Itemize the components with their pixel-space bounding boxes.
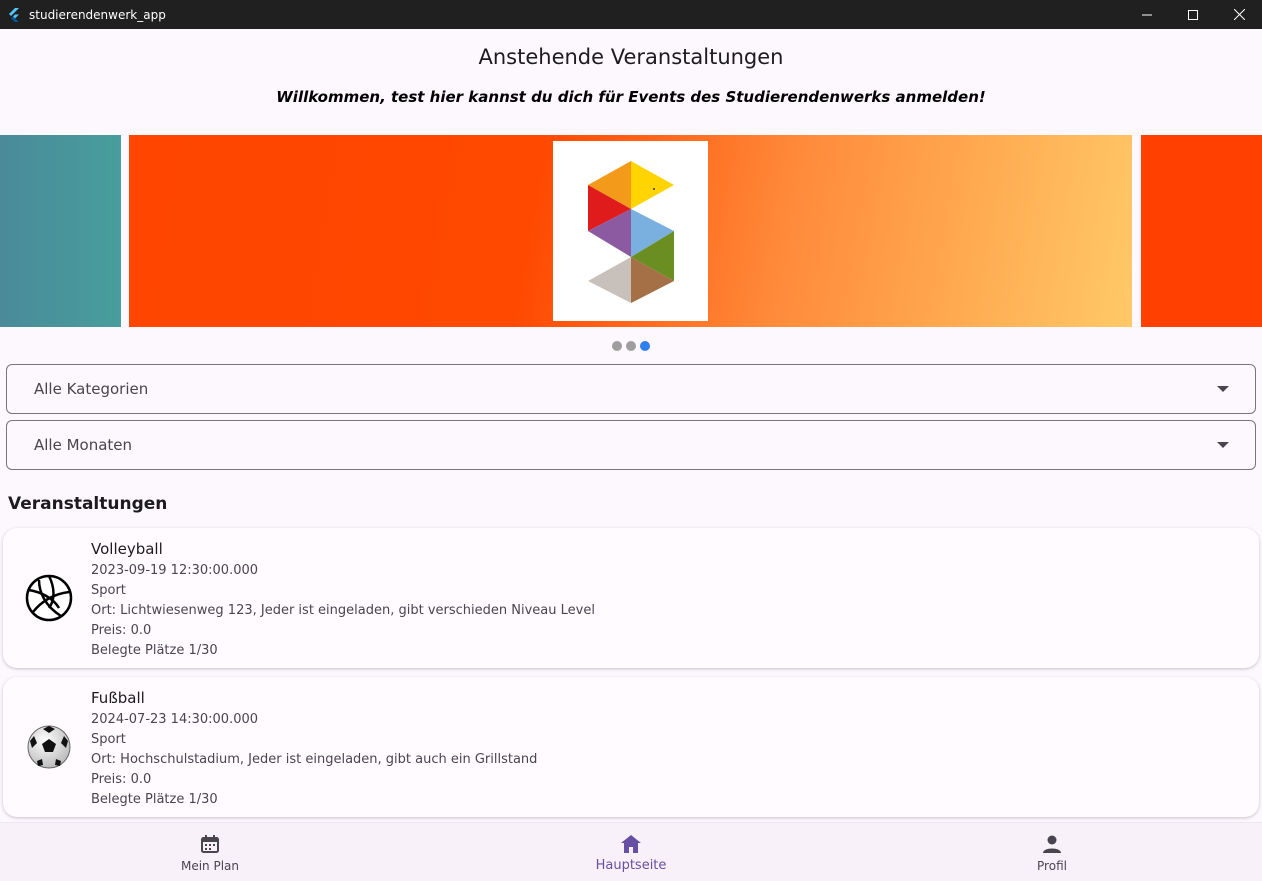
- category-dropdown[interactable]: Alle Kategorien: [6, 364, 1256, 414]
- event-price: Preis: 0.0: [91, 772, 152, 787]
- carousel-slide-previous[interactable]: [0, 135, 121, 327]
- event-name: Fußball: [91, 689, 145, 707]
- bottom-navigation: Mein Plan Hauptseite Profil: [0, 822, 1262, 881]
- carousel-dot[interactable]: [612, 341, 622, 351]
- event-datetime: 2023-09-19 12:30:00.000: [91, 563, 259, 578]
- window-controls: [1124, 0, 1262, 29]
- event-card-fussball[interactable]: Fußball 2024-07-23 14:30:00.000 Sport Or…: [3, 677, 1259, 817]
- carousel-slide-next[interactable]: [1141, 135, 1262, 327]
- carousel-slide-current[interactable]: [129, 135, 1132, 327]
- home-icon: [620, 833, 642, 855]
- event-card-volleyball[interactable]: Volleyball 2023-09-19 12:30:00.000 Sport…: [3, 528, 1259, 668]
- month-dropdown-value: Alle Monaten: [34, 436, 133, 454]
- dropdown-arrow-icon: [1217, 386, 1229, 392]
- maximize-icon[interactable]: [1170, 0, 1216, 29]
- nav-item-mein-plan[interactable]: Mein Plan: [110, 823, 310, 881]
- event-seats: Belegte Plätze 1/30: [91, 643, 218, 658]
- carousel-dot[interactable]: [626, 341, 636, 351]
- month-dropdown[interactable]: Alle Monaten: [6, 420, 1256, 470]
- event-location: Ort: Lichtwiesenweg 123, Jeder ist einge…: [91, 603, 595, 618]
- nav-label: Profil: [1037, 859, 1067, 873]
- dropdown-arrow-icon: [1217, 442, 1229, 448]
- carousel-indicator: [612, 341, 650, 351]
- person-icon: [1041, 833, 1063, 855]
- nav-item-hauptseite[interactable]: Hauptseite: [531, 823, 731, 881]
- nav-label: Hauptseite: [595, 858, 667, 873]
- image-carousel[interactable]: [0, 135, 1262, 327]
- volleyball-icon: [25, 574, 73, 622]
- nav-item-profil[interactable]: Profil: [952, 823, 1152, 881]
- calendar-icon: [199, 833, 221, 855]
- event-details: Volleyball 2023-09-19 12:30:00.000 Sport…: [91, 540, 595, 661]
- flutter-logo-icon: [8, 7, 22, 22]
- event-location: Ort: Hochschulstadium, Jeder ist eingela…: [91, 752, 538, 767]
- event-name: Volleyball: [91, 540, 163, 558]
- event-category: Sport: [91, 732, 126, 747]
- close-icon[interactable]: [1216, 0, 1262, 29]
- page-title: Anstehende Veranstaltungen: [478, 45, 784, 69]
- category-dropdown-value: Alle Kategorien: [34, 380, 149, 398]
- window-titlebar: studierendenwerk_app: [0, 0, 1262, 29]
- event-category: Sport: [91, 583, 126, 598]
- event-details: Fußball 2024-07-23 14:30:00.000 Sport Or…: [91, 689, 537, 810]
- event-price: Preis: 0.0: [91, 623, 152, 638]
- window-title: studierendenwerk_app: [29, 7, 166, 22]
- nav-label: Mein Plan: [180, 859, 240, 873]
- events-heading: Veranstaltungen: [8, 494, 168, 514]
- studierendenwerk-logo: [553, 141, 708, 321]
- event-datetime: 2024-07-23 14:30:00.000: [91, 712, 259, 727]
- event-seats: Belegte Plätze 1/30: [91, 792, 218, 807]
- minimize-icon[interactable]: [1124, 0, 1170, 29]
- carousel-dot-active[interactable]: [640, 341, 650, 351]
- welcome-message: Willkommen, test hier kannst du dich für…: [276, 88, 986, 106]
- soccer-ball-icon: [25, 723, 73, 771]
